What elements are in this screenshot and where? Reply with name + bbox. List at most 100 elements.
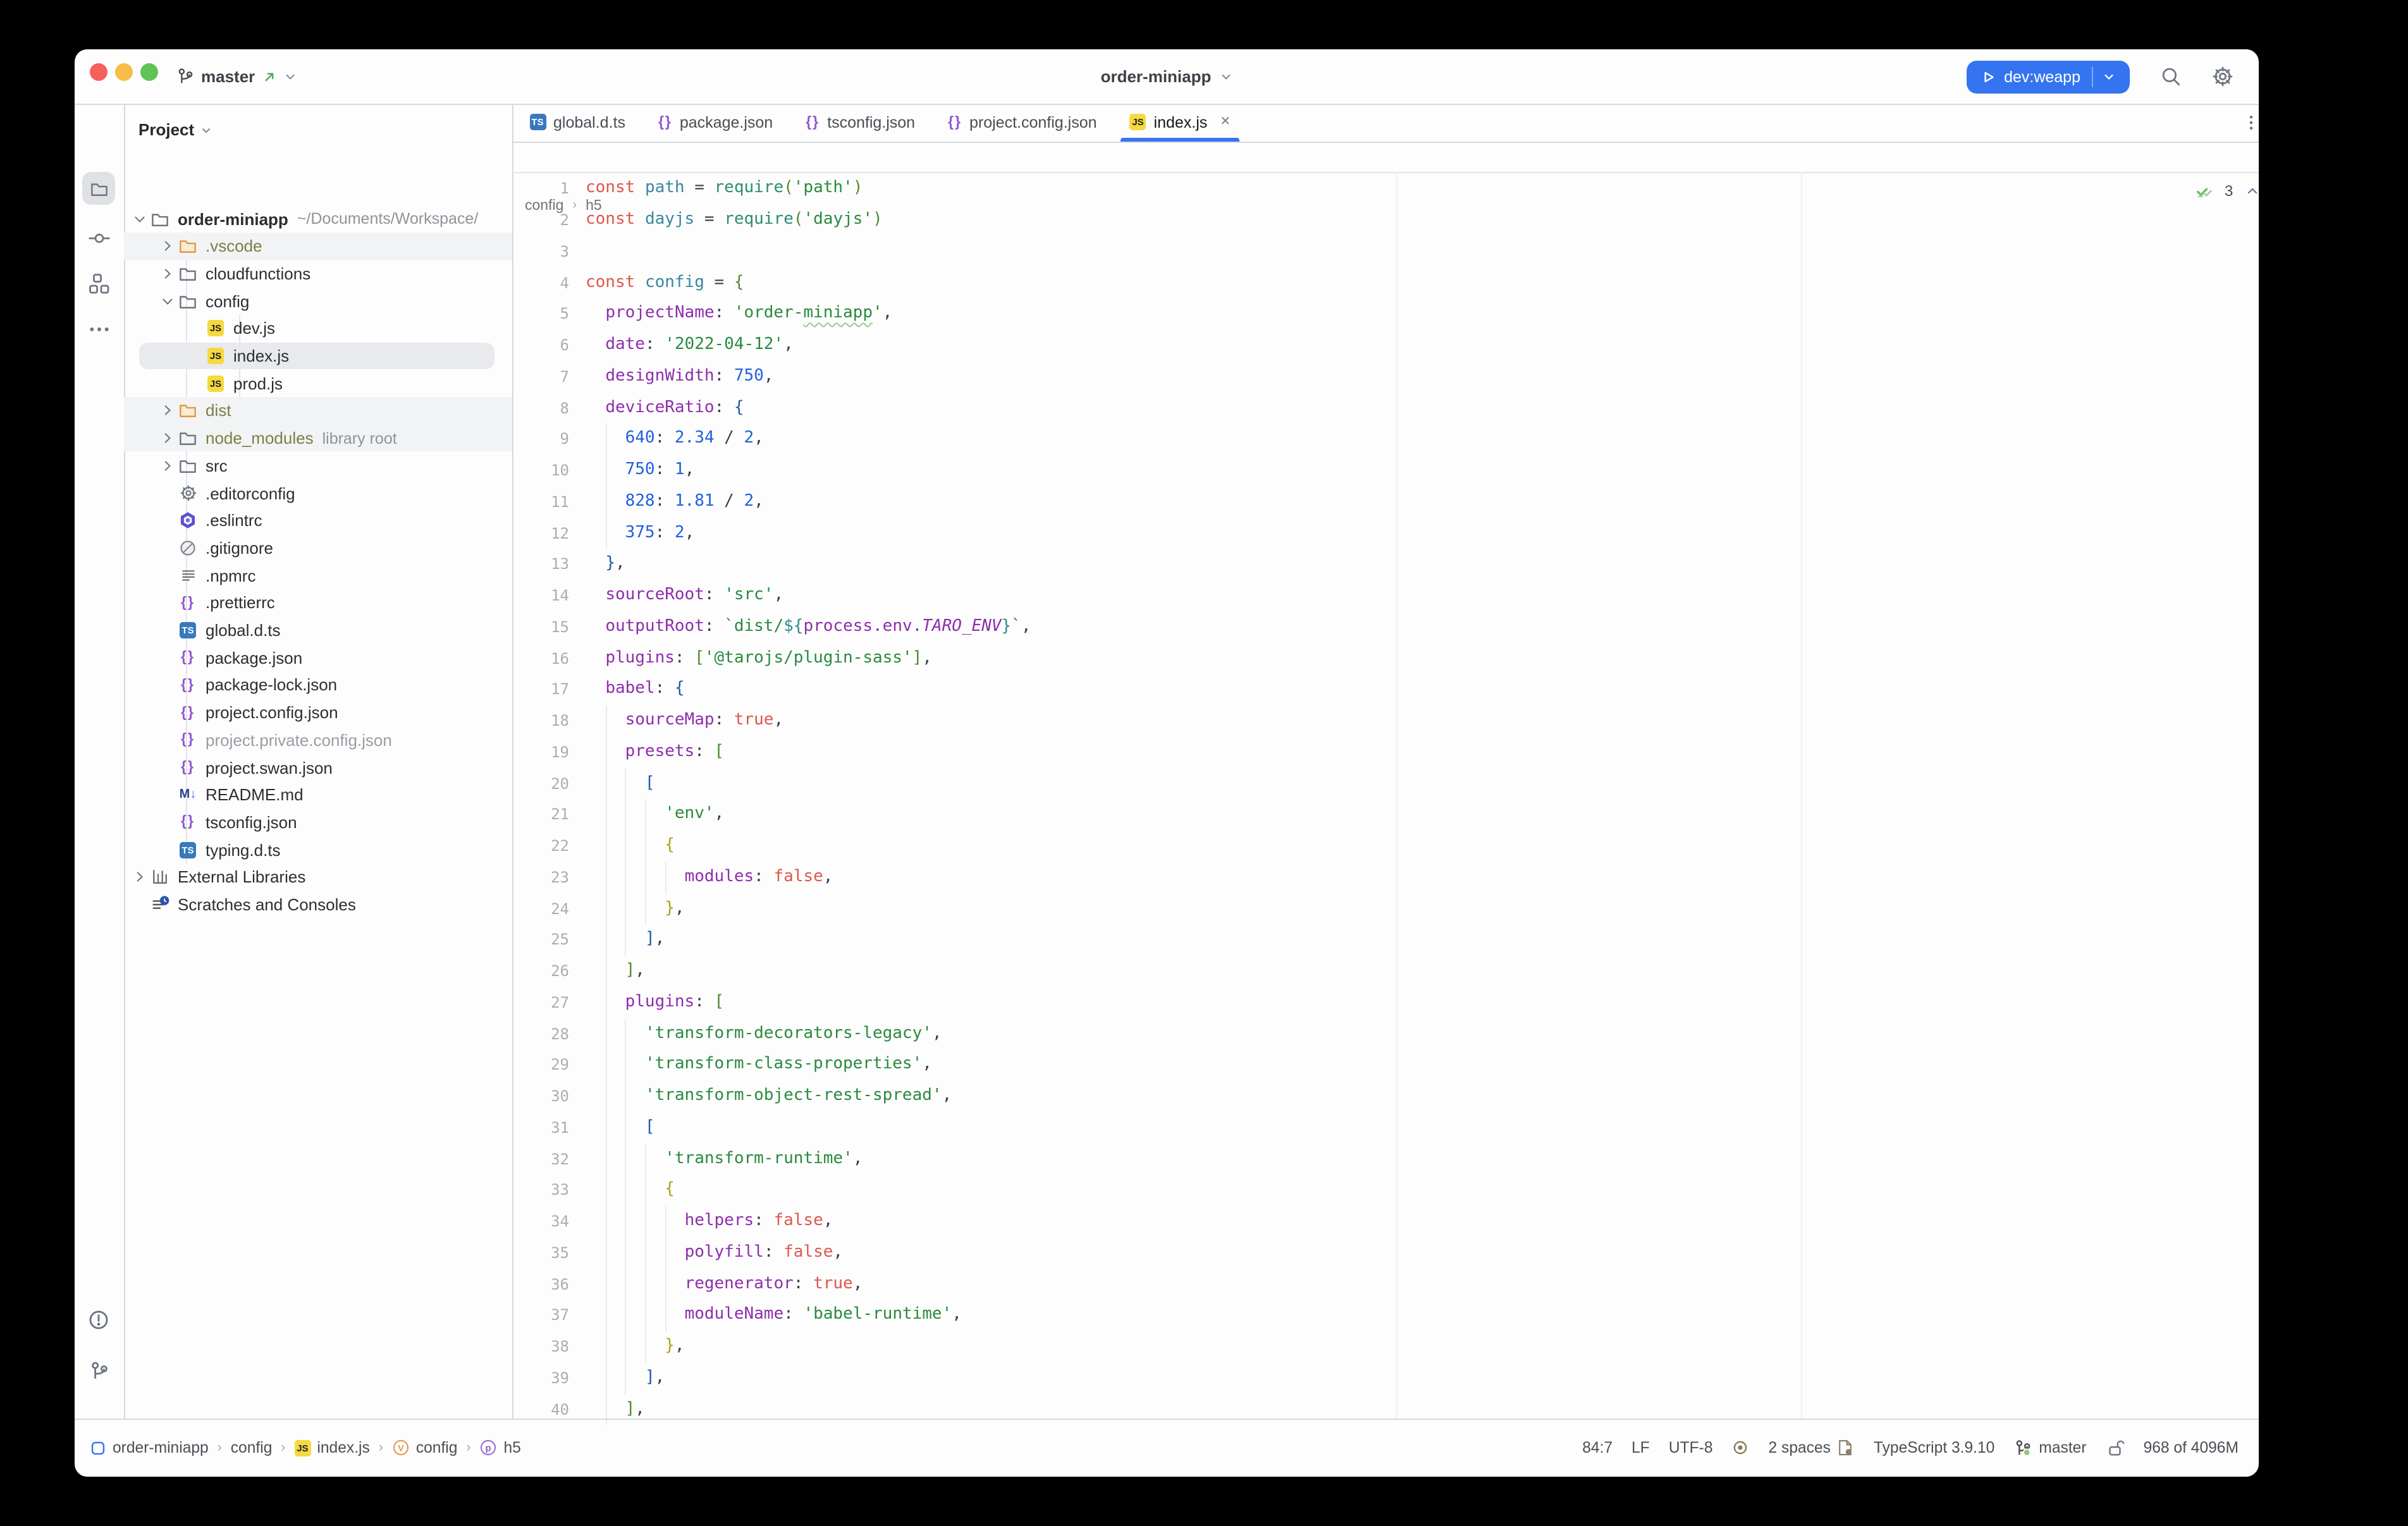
- code-line-31[interactable]: 31 [: [512, 1113, 2259, 1144]
- tree-item-order-miniapp[interactable]: order-miniapp~/Documents/Workspace/: [123, 205, 512, 232]
- caret-position[interactable]: 84:7: [1582, 1439, 1612, 1457]
- code-line-8[interactable]: 8 deviceRatio: {: [512, 393, 2259, 424]
- tree-item-project.swan.json[interactable]: {}project.swan.json: [123, 754, 512, 781]
- chevron-right-icon[interactable]: [157, 236, 176, 256]
- chevron-down-icon[interactable]: [157, 291, 176, 311]
- code-line-35[interactable]: 35 polyfill: false,: [512, 1238, 2259, 1269]
- typescript-version[interactable]: TypeScript 3.9.10: [1874, 1439, 1994, 1457]
- tree-item-package-lock.json[interactable]: {}package-lock.json: [123, 671, 512, 699]
- code-line-33[interactable]: 33 {: [512, 1175, 2259, 1207]
- code-line-26[interactable]: 26 ],: [512, 956, 2259, 987]
- tree-item-dev.js[interactable]: JSdev.js: [123, 315, 512, 342]
- code-line-36[interactable]: 36 regenerator: true,: [512, 1269, 2259, 1300]
- line-separator[interactable]: LF: [1631, 1439, 1650, 1457]
- code-line-38[interactable]: 38 },: [512, 1331, 2259, 1363]
- tree-item-.editorconfig[interactable]: .editorconfig: [123, 479, 512, 506]
- code-line-32[interactable]: 32 'transform-runtime',: [512, 1144, 2259, 1175]
- file-encoding[interactable]: UTF-8: [1669, 1439, 1713, 1457]
- tree-item-index.js[interactable]: JSindex.js: [123, 342, 512, 369]
- symbol-breadcrumb-h5[interactable]: ph5: [479, 1439, 520, 1457]
- code-line-18[interactable]: 18 sourceMap: true,: [512, 705, 2259, 737]
- tree-item-project.config.json[interactable]: {}project.config.json: [123, 699, 512, 726]
- code-line-17[interactable]: 17 babel: {: [512, 674, 2259, 706]
- tree-item-README.md[interactable]: M↓README.md: [123, 781, 512, 809]
- tree-item-node-modules[interactable]: node_moduleslibrary root: [123, 425, 512, 452]
- code-line-9[interactable]: 9 640: 2.34 / 2,: [512, 424, 2259, 456]
- highlighting-level[interactable]: [1732, 1439, 1750, 1457]
- code-line-14[interactable]: 14 sourceRoot: 'src',: [512, 580, 2259, 612]
- code-line-19[interactable]: 19 presets: [: [512, 737, 2259, 769]
- indent-style[interactable]: 2 spaces: [1769, 1439, 1855, 1457]
- chevron-right-icon[interactable]: [157, 264, 176, 284]
- stripe-button-project-folder[interactable]: [82, 172, 115, 205]
- run-options-chevron[interactable]: [2093, 70, 2125, 83]
- code-line-23[interactable]: 23 modules: false,: [512, 862, 2259, 894]
- code-line-37[interactable]: 37 moduleName: 'babel-runtime',: [512, 1300, 2259, 1332]
- code-line-24[interactable]: 24 },: [512, 893, 2259, 925]
- project-view-header[interactable]: Project: [138, 120, 212, 139]
- tree-item-cloudfunctions[interactable]: cloudfunctions: [123, 260, 512, 287]
- tree-item-Scratches-and-Consoles[interactable]: Scratches and Consoles: [123, 891, 512, 918]
- search-everywhere-icon[interactable]: [2160, 66, 2182, 87]
- code-line-39[interactable]: 39 ],: [512, 1363, 2259, 1395]
- code-line-22[interactable]: 22 {: [512, 831, 2259, 862]
- close-tab-icon[interactable]: ✕: [1220, 116, 1231, 130]
- code-line-20[interactable]: 20 [: [512, 768, 2259, 800]
- code-line-6[interactable]: 6 date: '2022-04-12',: [512, 330, 2259, 362]
- settings-gear-icon[interactable]: [2212, 66, 2233, 87]
- code-line-25[interactable]: 25 ],: [512, 925, 2259, 956]
- code-line-3[interactable]: 3: [512, 236, 2259, 268]
- code-line-10[interactable]: 10 750: 1,: [512, 455, 2259, 487]
- tree-item-dist[interactable]: dist: [123, 397, 512, 424]
- code-line-11[interactable]: 11 828: 1.81 / 2,: [512, 487, 2259, 518]
- project-title-widget[interactable]: order-miniapp: [75, 49, 2259, 104]
- code-line-15[interactable]: 15 outputRoot: `dist/${process.env.TARO_…: [512, 612, 2259, 644]
- tab-global.d.ts[interactable]: TSglobal.d.ts: [513, 104, 642, 141]
- code-line-13[interactable]: 13 },: [512, 549, 2259, 581]
- code-line-5[interactable]: 5 projectName: 'order-miniapp',: [512, 299, 2259, 331]
- tree-item-External-Libraries[interactable]: External Libraries: [123, 864, 512, 891]
- code-line-1[interactable]: 1const path = require('path'): [512, 174, 2259, 205]
- prev-problem-chevron-icon[interactable]: [2244, 183, 2259, 198]
- tab-project.config.json[interactable]: {}project.config.json: [931, 104, 1113, 141]
- tree-item-.prettierrc[interactable]: {}.prettierrc: [123, 589, 512, 616]
- tree-item-.gitignore[interactable]: .gitignore: [123, 534, 512, 561]
- stripe-button-structure[interactable]: [82, 267, 115, 300]
- memory-indicator[interactable]: 968 of 4096M: [2144, 1439, 2239, 1457]
- tree-item-config[interactable]: config: [123, 288, 512, 315]
- file-lock[interactable]: [2106, 1439, 2125, 1458]
- code-line-27[interactable]: 27 plugins: [: [512, 987, 2259, 1019]
- code-line-7[interactable]: 7 designWidth: 750,: [512, 362, 2259, 393]
- chevron-right-icon[interactable]: [130, 867, 149, 888]
- module-breadcrumb[interactable]: order-miniapp: [90, 1439, 209, 1457]
- run-configuration-button[interactable]: dev:weapp: [1966, 60, 2130, 93]
- stripe-button-version-control[interactable]: [82, 1354, 115, 1387]
- code-line-21[interactable]: 21 'env',: [512, 800, 2259, 831]
- chevron-right-icon[interactable]: [157, 456, 176, 476]
- file-breadcrumb[interactable]: JSindex.js: [294, 1439, 369, 1457]
- code-line-34[interactable]: 34 helpers: false,: [512, 1206, 2259, 1238]
- code-line-2[interactable]: 2const dayjs = require('dayjs'): [512, 205, 2259, 236]
- tree-item-.npmrc[interactable]: .npmrc: [123, 562, 512, 589]
- symbol-breadcrumb-config[interactable]: Vconfig: [392, 1439, 458, 1457]
- code-line-30[interactable]: 30 'transform-object-rest-spread',: [512, 1081, 2259, 1113]
- chevron-right-icon[interactable]: [157, 428, 176, 448]
- tree-item-project.private.config.json[interactable]: {}project.private.config.json: [123, 726, 512, 754]
- inspections-widget[interactable]: 3: [2194, 180, 2259, 202]
- code-line-4[interactable]: 4const config = {: [512, 267, 2259, 299]
- tab-index.js[interactable]: JSindex.js✕: [1114, 104, 1248, 141]
- stripe-button-commit[interactable]: [82, 221, 115, 254]
- tree-item-prod.js[interactable]: JSprod.js: [123, 370, 512, 397]
- stripe-button-more[interactable]: [82, 312, 115, 345]
- tree-item-.vscode[interactable]: .vscode: [123, 233, 512, 260]
- chevron-down-icon[interactable]: [130, 209, 149, 229]
- tree-item-global.d.ts[interactable]: TSglobal.d.ts: [123, 616, 512, 644]
- chevron-right-icon[interactable]: [157, 401, 176, 421]
- tree-item-src[interactable]: src: [123, 452, 512, 479]
- git-branch-status[interactable]: master: [2013, 1439, 2086, 1458]
- code-line-12[interactable]: 12 375: 2,: [512, 518, 2259, 549]
- tree-item-typing.d.ts[interactable]: TStyping.d.ts: [123, 836, 512, 864]
- tree-item-.eslintrc[interactable]: .eslintrc: [123, 507, 512, 534]
- dir-breadcrumb[interactable]: config: [231, 1439, 273, 1457]
- tab-tsconfig.json[interactable]: {}tsconfig.json: [789, 104, 931, 141]
